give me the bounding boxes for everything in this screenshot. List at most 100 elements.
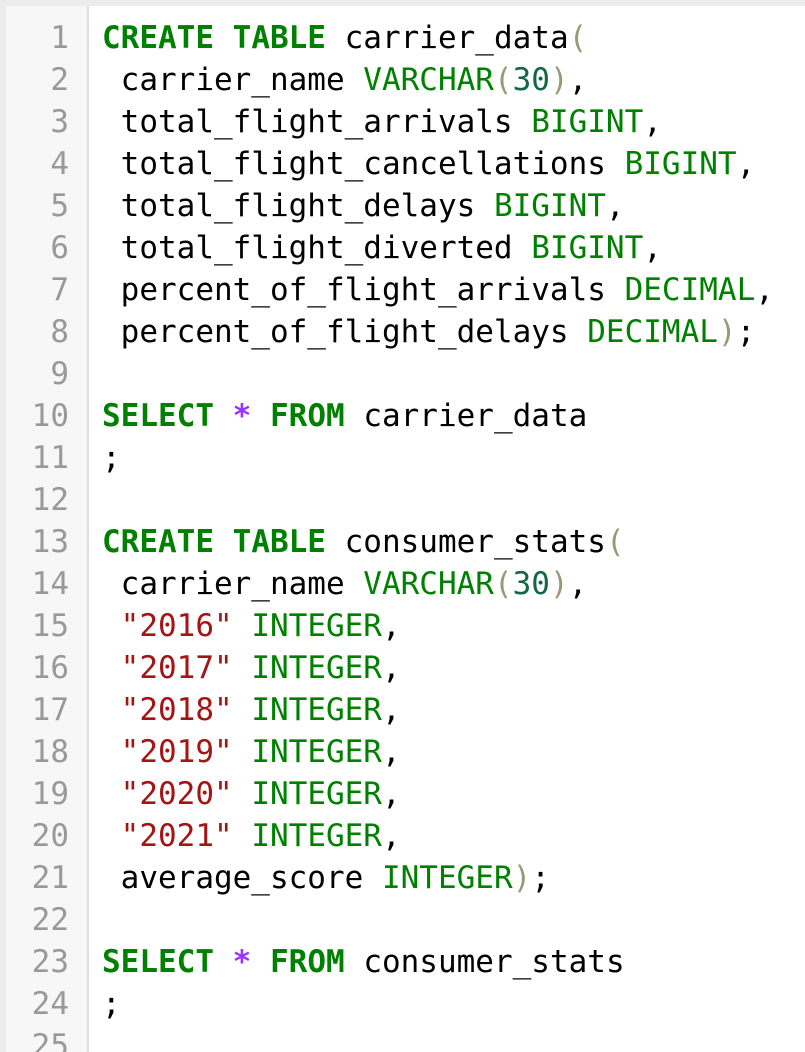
code-line[interactable]: 16 "2017" INTEGER, [0, 647, 805, 689]
code-token: BIGINT [493, 188, 606, 224]
editor-top-border [0, 0, 805, 6]
code-text[interactable]: total_flight_diverted BIGINT, [102, 227, 662, 269]
line-number: 3 [50, 104, 69, 140]
code-line[interactable]: 25 [0, 1025, 805, 1052]
code-token: ; [102, 986, 121, 1022]
code-line[interactable]: 11; [0, 437, 805, 479]
code-text[interactable]: SELECT * FROM consumer_stats [102, 941, 625, 983]
line-number: 13 [31, 524, 69, 560]
code-text[interactable]: ; [102, 983, 121, 1025]
code-text[interactable]: "2019" INTEGER, [102, 731, 401, 773]
code-line[interactable]: 5 total_flight_delays BIGINT, [0, 185, 805, 227]
code-token: ; [736, 314, 756, 350]
code-text[interactable]: percent_of_flight_delays DECIMAL); [102, 311, 756, 353]
code-token: , [381, 650, 401, 686]
code-token: , [381, 776, 401, 812]
code-token: * [232, 398, 252, 434]
code-token: TABLE [232, 20, 326, 56]
code-token: , [605, 188, 625, 224]
line-number: 24 [31, 986, 69, 1022]
code-text[interactable]: percent_of_flight_arrivals DECIMAL, [102, 269, 774, 311]
code-text[interactable]: SELECT * FROM carrier_data [102, 395, 587, 437]
code-token: , [643, 104, 662, 140]
code-line[interactable]: 7 percent_of_flight_arrivals DECIMAL, [0, 269, 805, 311]
code-text[interactable]: carrier_name VARCHAR(30), [102, 563, 588, 605]
code-line[interactable]: 14 carrier_name VARCHAR(30), [0, 563, 805, 605]
code-line[interactable]: 3 total_flight_arrivals BIGINT, [0, 101, 805, 143]
code-token: , [568, 566, 588, 602]
line-number: 22 [31, 902, 69, 938]
code-text[interactable]: total_flight_arrivals BIGINT, [102, 101, 662, 143]
code-token: , [755, 272, 774, 308]
code-editor[interactable]: 1 CREATE TABLE carrier_data(2 carrier_nam… [0, 0, 805, 1052]
code-token: INTEGER [251, 818, 382, 854]
code-token: ( [605, 524, 625, 560]
code-text[interactable]: total_flight_delays BIGINT, [102, 185, 625, 227]
code-token: , [643, 230, 662, 266]
code-line[interactable]: 8 percent_of_flight_delays DECIMAL); [0, 311, 805, 353]
line-number: 9 [50, 356, 69, 392]
code-line[interactable]: 13 CREATE TABLE consumer_stats( [0, 521, 805, 563]
code-token: INTEGER [251, 776, 382, 812]
line-number: 11 [31, 440, 69, 476]
code-text[interactable]: "2017" INTEGER, [102, 647, 401, 689]
code-token: FROM [270, 944, 345, 980]
code-line[interactable]: 15 "2016" INTEGER, [0, 605, 805, 647]
code-token: ( [493, 62, 513, 98]
code-line[interactable]: 23 SELECT * FROM consumer_stats [0, 941, 805, 983]
code-line[interactable]: 2 carrier_name VARCHAR(30), [0, 59, 805, 101]
code-line[interactable]: 22 [0, 899, 805, 941]
code-line[interactable]: 4 total_flight_cancellations BIGINT, [0, 143, 805, 185]
code-line[interactable]: 6 total_flight_diverted BIGINT, [0, 227, 805, 269]
code-line[interactable]: 9 [0, 353, 805, 395]
code-token: VARCHAR [363, 62, 494, 98]
line-number: 23 [31, 944, 69, 980]
code-token: ; [531, 860, 550, 896]
code-line[interactable]: 19 "2020" INTEGER, [0, 773, 805, 815]
code-token: , [381, 734, 401, 770]
code-text[interactable]: average_score INTEGER); [102, 857, 550, 899]
code-token: BIGINT [624, 146, 737, 182]
code-token: consumer_stats [344, 944, 625, 980]
code-token: ( [568, 20, 588, 56]
code-text[interactable]: CREATE TABLE carrier_data( [102, 17, 587, 59]
code-token: INTEGER [251, 608, 382, 644]
code-line[interactable]: 18 "2019" INTEGER, [0, 731, 805, 773]
line-number: 2 [50, 62, 69, 98]
code-token: "2019" [120, 734, 233, 770]
code-line[interactable]: 24; [0, 983, 805, 1025]
code-line[interactable]: 17 "2018" INTEGER, [0, 689, 805, 731]
code-token: total_flight_arrivals [102, 104, 532, 140]
code-text[interactable]: total_flight_cancellations BIGINT, [102, 143, 756, 185]
code-token: percent_of_flight_arrivals [102, 272, 625, 308]
code-token: percent_of_flight_delays [102, 314, 588, 350]
code-line[interactable]: 21 average_score INTEGER); [0, 857, 805, 899]
code-token: SELECT [102, 944, 214, 980]
code-text[interactable]: CREATE TABLE consumer_stats( [102, 521, 625, 563]
code-line[interactable]: 12 [0, 479, 805, 521]
code-token: DECIMAL [587, 314, 718, 350]
code-token: total_flight_delays [102, 188, 494, 224]
code-text[interactable]: "2020" INTEGER, [102, 773, 401, 815]
code-line[interactable]: 1 CREATE TABLE carrier_data( [0, 17, 805, 59]
code-token: total_flight_diverted [102, 230, 532, 266]
code-text[interactable]: "2018" INTEGER, [102, 689, 401, 731]
code-line[interactable]: 20 "2021" INTEGER, [0, 815, 805, 857]
code-token: carrier_data [344, 398, 588, 434]
code-lines[interactable]: 1 CREATE TABLE carrier_data(2 carrier_nam… [0, 17, 805, 1052]
code-text[interactable]: "2021" INTEGER, [102, 815, 401, 857]
code-text[interactable]: ; [102, 437, 121, 479]
code-token: ) [512, 860, 532, 896]
code-line[interactable]: 10 SELECT * FROM carrier_data [0, 395, 805, 437]
code-text[interactable]: "2016" INTEGER, [102, 605, 401, 647]
code-text[interactable]: carrier_name VARCHAR(30), [102, 59, 588, 101]
code-token: 30 [512, 62, 550, 98]
